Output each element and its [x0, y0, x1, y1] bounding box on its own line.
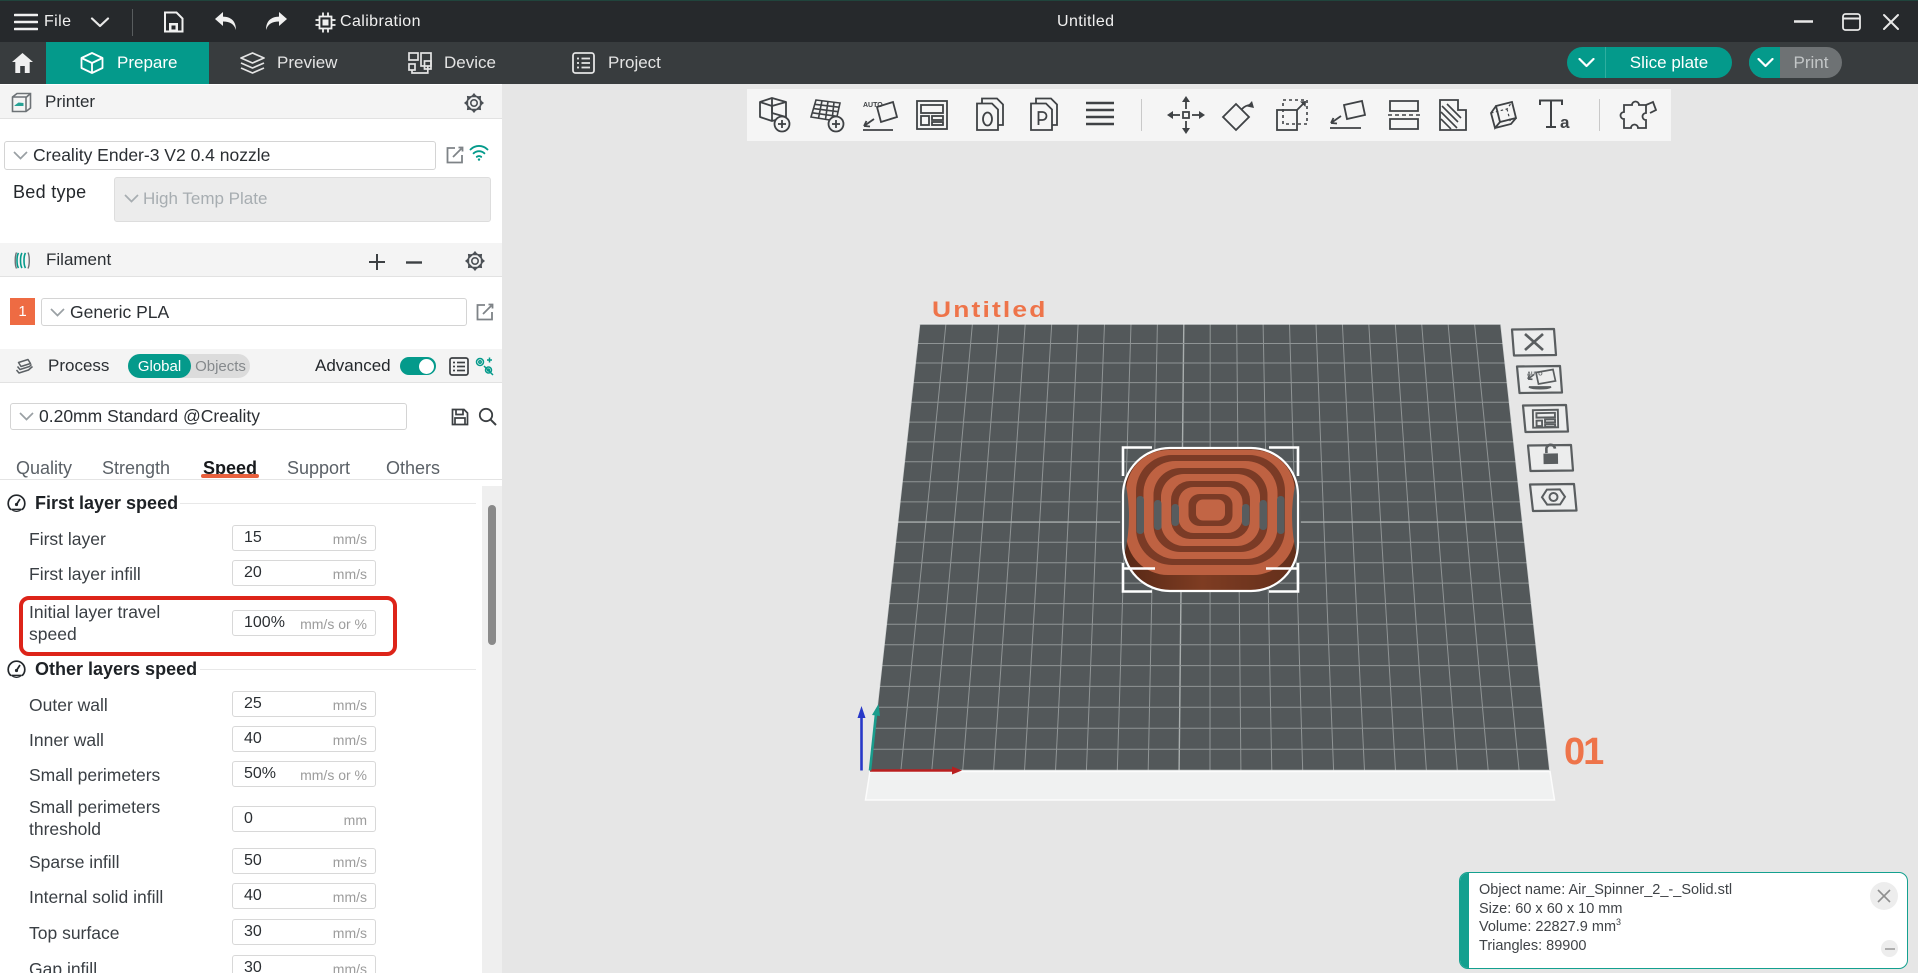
svg-text:a: a: [1560, 113, 1570, 132]
svg-text:AUTO: AUTO: [1527, 372, 1543, 378]
svg-text:AUTO: AUTO: [863, 102, 883, 109]
